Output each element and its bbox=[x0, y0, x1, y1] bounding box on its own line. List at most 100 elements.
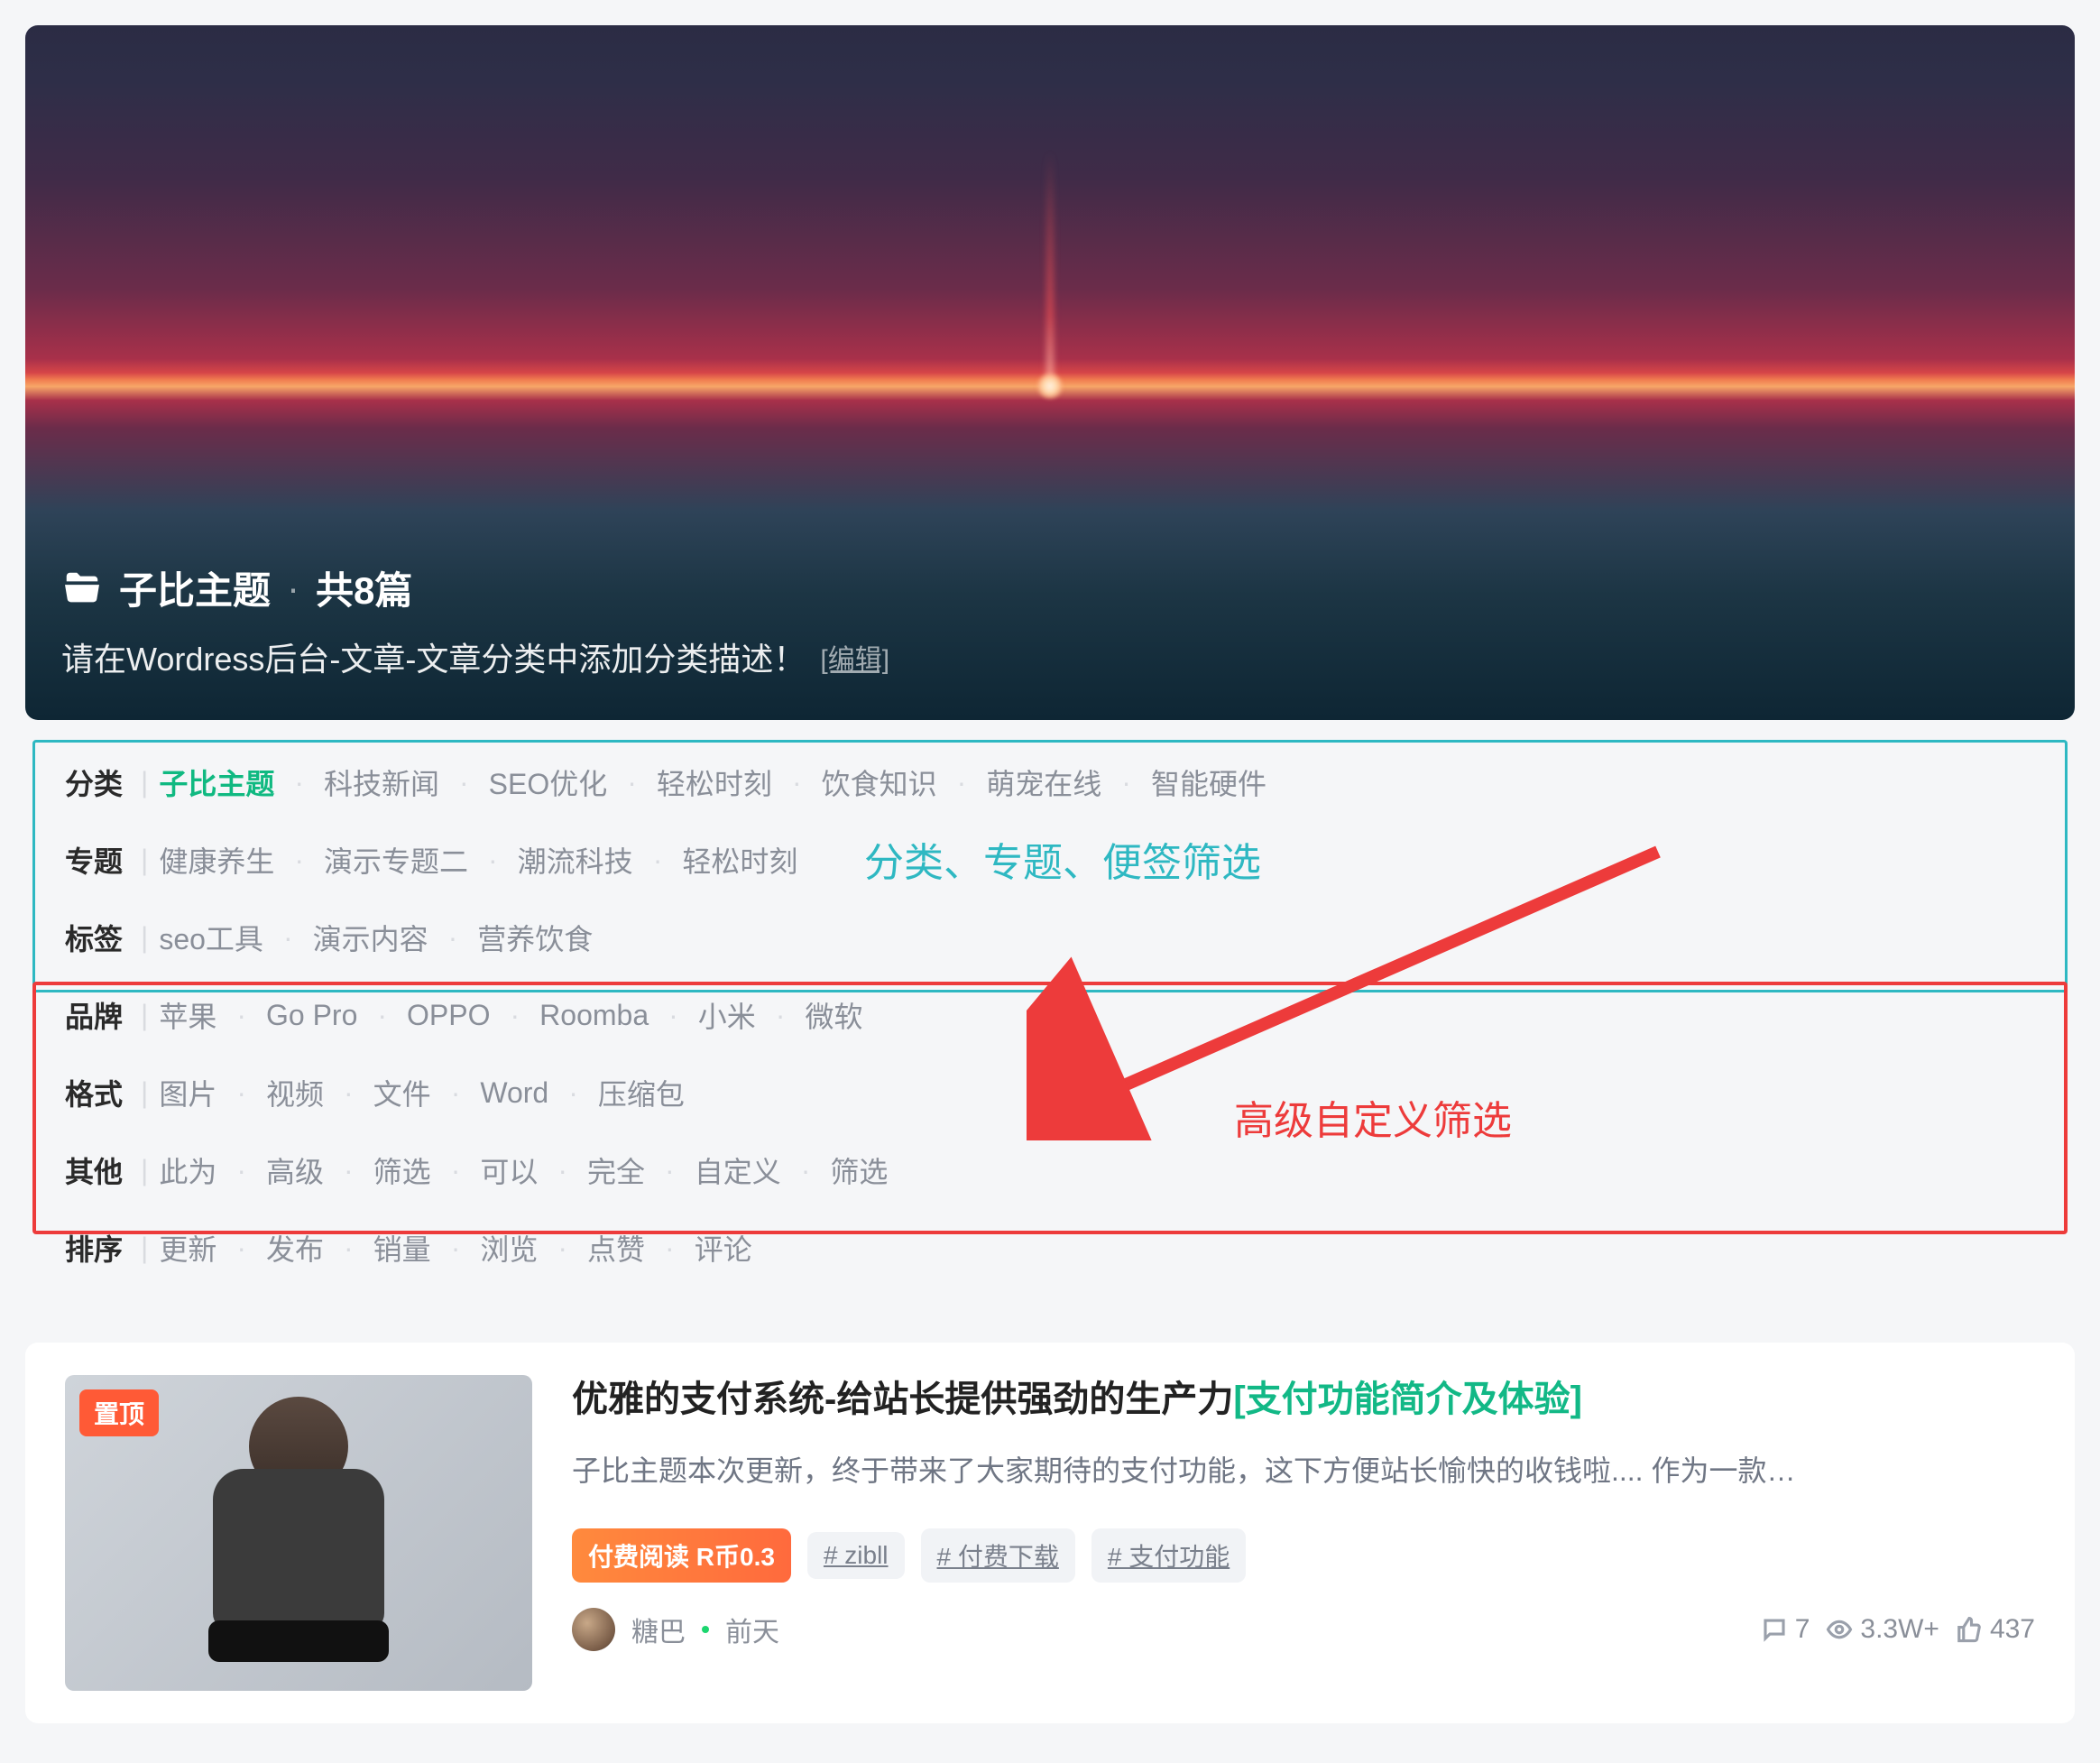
filter-divider: | bbox=[141, 1076, 148, 1110]
filter-option[interactable]: 更新 bbox=[159, 1227, 216, 1269]
filter-option[interactable]: 高级 bbox=[266, 1149, 324, 1191]
option-separator: · bbox=[459, 766, 469, 799]
separator-dot: · bbox=[287, 567, 299, 610]
option-separator: · bbox=[236, 1232, 246, 1265]
filter-option[interactable]: Go Pro bbox=[266, 999, 357, 1032]
filter-row-格式: 格式|图片·视频·文件·Word·压缩包 bbox=[65, 1054, 2035, 1131]
comments-stat[interactable]: 7 bbox=[1761, 1614, 1810, 1645]
article-excerpt: 子比主题本次更新，终于带来了大家期待的支付功能，这下方便站长愉快的收钱啦....… bbox=[572, 1449, 2035, 1494]
views-stat[interactable]: 3.3W+ bbox=[1826, 1614, 1939, 1645]
comment-icon bbox=[1761, 1616, 1788, 1643]
filter-label: 品牌 bbox=[65, 994, 123, 1036]
option-separator: · bbox=[557, 1154, 567, 1187]
article-tag[interactable]: # 付费下载 bbox=[921, 1528, 1075, 1583]
option-separator: · bbox=[653, 844, 663, 877]
filter-option[interactable]: 智能硬件 bbox=[1151, 762, 1266, 803]
filter-option[interactable]: 演示专题二 bbox=[324, 839, 468, 881]
filter-row-分类: 分类|子比主题·科技新闻·SEO优化·轻松时刻·饮食知识·萌宠在线·智能硬件 bbox=[65, 743, 2035, 821]
edit-link[interactable]: [编辑] bbox=[820, 637, 889, 677]
filter-option[interactable]: Roomba bbox=[539, 999, 649, 1032]
likes-count: 437 bbox=[1990, 1614, 2035, 1645]
option-separator: · bbox=[1121, 766, 1131, 799]
option-separator: · bbox=[557, 1232, 567, 1265]
filter-option[interactable]: Word bbox=[480, 1076, 548, 1110]
filter-option[interactable]: seo工具 bbox=[159, 917, 263, 958]
filter-option[interactable]: 浏览 bbox=[480, 1227, 538, 1269]
category-header: 子比主题 · 共8篇 bbox=[61, 560, 2039, 615]
article-tagline: 付费阅读 R币0.3 # zibll # 付费下载 # 支付功能 bbox=[572, 1528, 2035, 1583]
option-separator: · bbox=[294, 766, 304, 799]
filter-option[interactable]: 健康养生 bbox=[159, 839, 274, 881]
category-description: 请在Wordress后台-文章-文章分类中添加分类描述！ bbox=[61, 633, 806, 680]
option-separator: · bbox=[294, 844, 304, 877]
option-separator: · bbox=[451, 1232, 461, 1265]
filter-option[interactable]: 图片 bbox=[159, 1072, 216, 1113]
filter-option[interactable]: 点赞 bbox=[587, 1227, 645, 1269]
filter-row-其他: 其他|此为·高级·筛选·可以·完全·自定义·筛选 bbox=[65, 1131, 2035, 1209]
option-separator: · bbox=[344, 1154, 354, 1187]
likes-stat[interactable]: 437 bbox=[1956, 1614, 2035, 1645]
filter-option[interactable]: 饮食知识 bbox=[822, 762, 937, 803]
article-thumbnail[interactable]: 置顶 bbox=[65, 1375, 532, 1691]
article-title-highlight: [支付功能简介及体验] bbox=[1233, 1380, 1582, 1419]
option-separator: · bbox=[776, 999, 786, 1032]
filter-option[interactable]: 萌宠在线 bbox=[986, 762, 1101, 803]
filter-option[interactable]: 压缩包 bbox=[598, 1072, 685, 1113]
category-count: 共8篇 bbox=[316, 560, 412, 615]
option-separator: · bbox=[627, 766, 637, 799]
filter-option[interactable]: 子比主题 bbox=[159, 762, 274, 803]
author-name[interactable]: 糖巴 bbox=[631, 1610, 686, 1649]
filter-option[interactable]: 潮流科技 bbox=[518, 839, 633, 881]
filter-row-排序: 排序|更新·发布·销量·浏览·点赞·评论 bbox=[65, 1209, 2035, 1287]
article-tag[interactable]: # zibll bbox=[807, 1532, 905, 1579]
filter-option[interactable]: 完全 bbox=[587, 1149, 645, 1191]
option-separator: · bbox=[236, 1154, 246, 1187]
option-separator: · bbox=[377, 999, 387, 1032]
filter-option[interactable]: 发布 bbox=[266, 1227, 324, 1269]
filter-row-标签: 标签|seo工具·演示内容·营养饮食 bbox=[65, 899, 2035, 976]
article-meta: 糖巴 前天 7 3.3W+ 437 bbox=[572, 1608, 2035, 1651]
article-tag[interactable]: # 支付功能 bbox=[1091, 1528, 1246, 1583]
article-title-text: 优雅的支付系统-给站长提供强劲的生产力 bbox=[572, 1380, 1233, 1419]
category-title: 子比主题 bbox=[119, 560, 271, 615]
filter-panel: 分类、专题、便签筛选 高级自定义筛选 分类|子比主题·科技新闻·SEO优化·轻松… bbox=[25, 743, 2075, 1306]
price-badge[interactable]: 付费阅读 R币0.3 bbox=[572, 1528, 791, 1583]
filter-option[interactable]: 科技新闻 bbox=[324, 762, 439, 803]
publish-date: 前天 bbox=[725, 1610, 779, 1649]
filter-option[interactable]: 此为 bbox=[159, 1149, 216, 1191]
filter-option[interactable]: 文件 bbox=[373, 1072, 431, 1113]
filter-option[interactable]: 可以 bbox=[480, 1149, 538, 1191]
option-separator: · bbox=[236, 1076, 246, 1110]
filter-option[interactable]: 销量 bbox=[373, 1227, 431, 1269]
filter-option[interactable]: 筛选 bbox=[830, 1149, 888, 1191]
option-separator: · bbox=[344, 1232, 354, 1265]
filter-option[interactable]: 演示内容 bbox=[313, 917, 428, 958]
article-title[interactable]: 优雅的支付系统-给站长提供强劲的生产力[支付功能简介及体验] bbox=[572, 1375, 2035, 1424]
option-separator: · bbox=[283, 921, 293, 955]
filter-option[interactable]: 自定义 bbox=[695, 1149, 781, 1191]
filter-option[interactable]: 评论 bbox=[695, 1227, 752, 1269]
filter-label: 排序 bbox=[65, 1227, 123, 1269]
option-separator: · bbox=[792, 766, 802, 799]
comments-count: 7 bbox=[1795, 1614, 1810, 1645]
filter-option[interactable]: 轻松时刻 bbox=[682, 839, 797, 881]
article-card[interactable]: 置顶 优雅的支付系统-给站长提供强劲的生产力[支付功能简介及体验] 子比主题本次… bbox=[25, 1343, 2075, 1723]
filter-option[interactable]: SEO优化 bbox=[489, 762, 608, 803]
filter-label: 标签 bbox=[65, 917, 123, 958]
filter-option[interactable]: OPPO bbox=[407, 999, 490, 1032]
filter-row-专题: 专题|健康养生·演示专题二·潮流科技·轻松时刻 bbox=[65, 821, 2035, 899]
online-status-icon bbox=[702, 1626, 709, 1633]
filter-divider: | bbox=[141, 999, 148, 1032]
option-separator: · bbox=[511, 999, 520, 1032]
option-separator: · bbox=[665, 1232, 675, 1265]
filter-option[interactable]: 轻松时刻 bbox=[657, 762, 772, 803]
option-separator: · bbox=[488, 844, 498, 877]
category-banner: 子比主题 · 共8篇 请在Wordress后台-文章-文章分类中添加分类描述！ … bbox=[25, 25, 2075, 720]
filter-option[interactable]: 筛选 bbox=[373, 1149, 431, 1191]
filter-option[interactable]: 营养饮食 bbox=[477, 917, 593, 958]
filter-option[interactable]: 微软 bbox=[805, 994, 862, 1036]
avatar[interactable] bbox=[572, 1608, 615, 1651]
filter-option[interactable]: 苹果 bbox=[159, 994, 216, 1036]
filter-option[interactable]: 视频 bbox=[266, 1072, 324, 1113]
filter-option[interactable]: 小米 bbox=[698, 994, 756, 1036]
